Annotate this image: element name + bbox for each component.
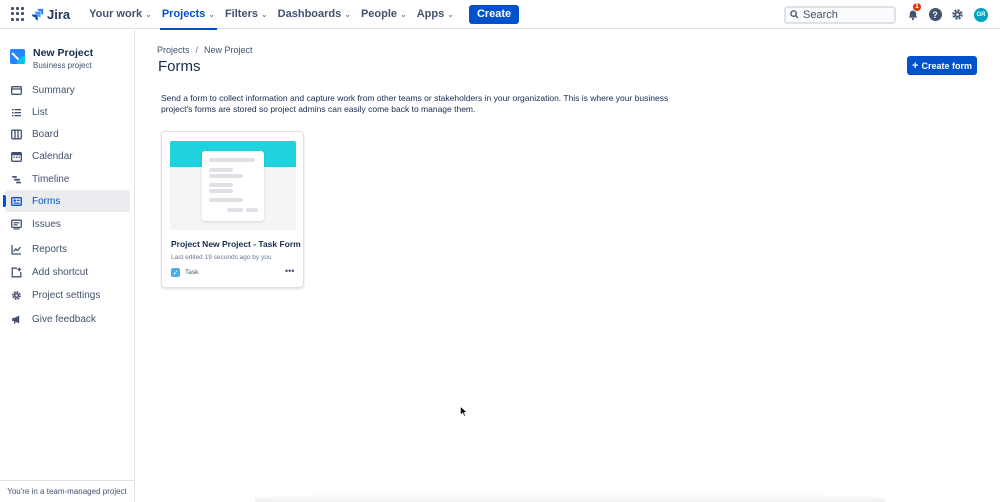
sidebar-item-label: Timeline (32, 173, 70, 185)
sidebar-item-project-settings[interactable]: Project settings (5, 284, 130, 306)
nav-label: Your work (89, 8, 143, 20)
form-issue-type: ✓ Task (171, 268, 198, 277)
summary-icon (11, 85, 22, 96)
more-actions-icon[interactable]: ••• (285, 266, 294, 276)
sidebar-item-label: Add shortcut (32, 266, 89, 278)
sidebar-item-list[interactable]: List (5, 101, 130, 123)
nav-label: People (360, 8, 398, 20)
nav-right-actions: Search 1 ? GR (784, 0, 1000, 29)
breadcrumb-projects[interactable]: Projects (157, 45, 190, 55)
task-checkbox-icon: ✓ (171, 268, 180, 277)
plus-icon: + (912, 59, 919, 72)
gear-icon (951, 9, 963, 20)
project-name: New Project (33, 47, 94, 59)
sidebar-item-board[interactable]: Board (5, 123, 130, 145)
breadcrumb-new-project[interactable]: New Project (204, 45, 253, 55)
list-icon (11, 107, 22, 118)
search-icon (790, 10, 799, 19)
nav-filters[interactable]: Filters ⌄ (220, 0, 273, 29)
search-placeholder: Search (803, 8, 838, 21)
nav-label: Dashboards (277, 8, 342, 20)
sidebar-item-issues[interactable]: Issues (5, 213, 130, 235)
nav-people[interactable]: People ⌄ (356, 0, 412, 29)
nav-apps[interactable]: Apps ⌄ (412, 0, 459, 29)
chevron-down-icon: ⌄ (145, 9, 152, 19)
breadcrumb-separator: / (195, 45, 199, 55)
jira-logo[interactable]: Jira (31, 7, 70, 22)
add-shortcut-icon (11, 267, 22, 278)
form-preview-thumbnail (170, 141, 296, 230)
preview-form-sheet (202, 151, 264, 221)
chevron-down-icon: ⌄ (208, 9, 215, 19)
sidebar-item-label: List (32, 106, 48, 118)
page-title: Forms (158, 58, 201, 75)
avatar[interactable]: GR (974, 7, 988, 22)
form-card[interactable]: Project New Project - Task Form Last edi… (161, 131, 304, 288)
nav-label: Projects (161, 8, 206, 20)
sidebar-item-label: Project settings (32, 289, 101, 301)
gear-icon (11, 290, 22, 301)
nav-menu: Your work ⌄ Projects ⌄ Filters ⌄ Dashboards… (84, 0, 459, 30)
sidebar-item-add-shortcut[interactable]: Add shortcut (5, 261, 130, 283)
mouse-cursor-icon (460, 406, 468, 417)
project-type: Business project (33, 61, 92, 70)
issue-type-label: Task (185, 269, 199, 276)
sidebar-item-label: Calendar (32, 150, 73, 162)
settings-button[interactable] (950, 8, 964, 22)
breadcrumb: Projects / New Project (157, 45, 253, 55)
sidebar-item-calendar[interactable]: Calendar (5, 145, 130, 167)
create-form-label: Create form (921, 60, 972, 71)
form-title: Project New Project - Task Form (171, 239, 301, 249)
issues-icon (11, 219, 22, 230)
nav-dashboards[interactable]: Dashboards ⌄ (273, 0, 356, 29)
calendar-icon (11, 151, 22, 162)
forms-description: Send a form to collect information and c… (161, 93, 669, 114)
sidebar-item-reports[interactable]: Reports (5, 238, 130, 260)
team-managed-notice[interactable]: You're in a team-managed project (0, 480, 134, 502)
nav-your-work[interactable]: Your work ⌄ (84, 0, 157, 29)
sidebar-item-label: Issues (32, 218, 61, 230)
sidebar-item-timeline[interactable]: Timeline (5, 168, 130, 190)
chevron-down-icon: ⌄ (344, 9, 351, 19)
top-navigation: Jira Your work ⌄ Projects ⌄ Filters ⌄ Dashb… (0, 0, 1000, 30)
jira-logo-icon (31, 8, 44, 20)
sidebar-item-label: Summary (32, 84, 75, 96)
project-header[interactable]: New Project Business project (0, 30, 134, 85)
form-last-edited: Last edited 19 seconds ago by you (171, 254, 272, 261)
sidebar-item-label: Reports (32, 243, 68, 255)
project-sidebar: New Project Business project Summary Lis… (0, 30, 135, 502)
sidebar-item-label: Give feedback (32, 313, 96, 325)
notifications-button[interactable]: 1 (906, 1, 922, 22)
sidebar-item-label: Board (32, 128, 59, 140)
chevron-down-icon: ⌄ (447, 9, 454, 19)
app-switcher-icon[interactable] (11, 7, 25, 21)
help-button[interactable]: ? (928, 8, 942, 22)
sidebar-item-give-feedback[interactable]: Give feedback (5, 308, 130, 330)
sidebar-item-label: Forms (32, 195, 61, 207)
chevron-down-icon: ⌄ (400, 9, 407, 19)
board-icon (11, 129, 22, 140)
chevron-down-icon: ⌄ (260, 9, 268, 19)
timeline-icon (11, 174, 22, 185)
help-icon: ? (928, 8, 942, 21)
bottom-shadow (255, 493, 885, 502)
nav-projects[interactable]: Projects ⌄ (157, 0, 220, 30)
sidebar-item-forms[interactable]: Forms (3, 190, 130, 212)
nav-label: Filters (224, 8, 258, 20)
logo-text: Jira (47, 6, 71, 22)
nav-label: Apps (416, 8, 445, 20)
notification-count-badge: 1 (912, 1, 922, 12)
forms-icon (11, 196, 22, 207)
create-form-button[interactable]: + Create form (907, 56, 977, 75)
create-button[interactable]: Create (468, 4, 520, 24)
search-input[interactable]: Search (784, 5, 896, 24)
sidebar-item-summary[interactable]: Summary (5, 79, 130, 101)
megaphone-icon (11, 314, 22, 325)
reports-icon (11, 244, 22, 255)
project-avatar-icon (10, 49, 25, 64)
